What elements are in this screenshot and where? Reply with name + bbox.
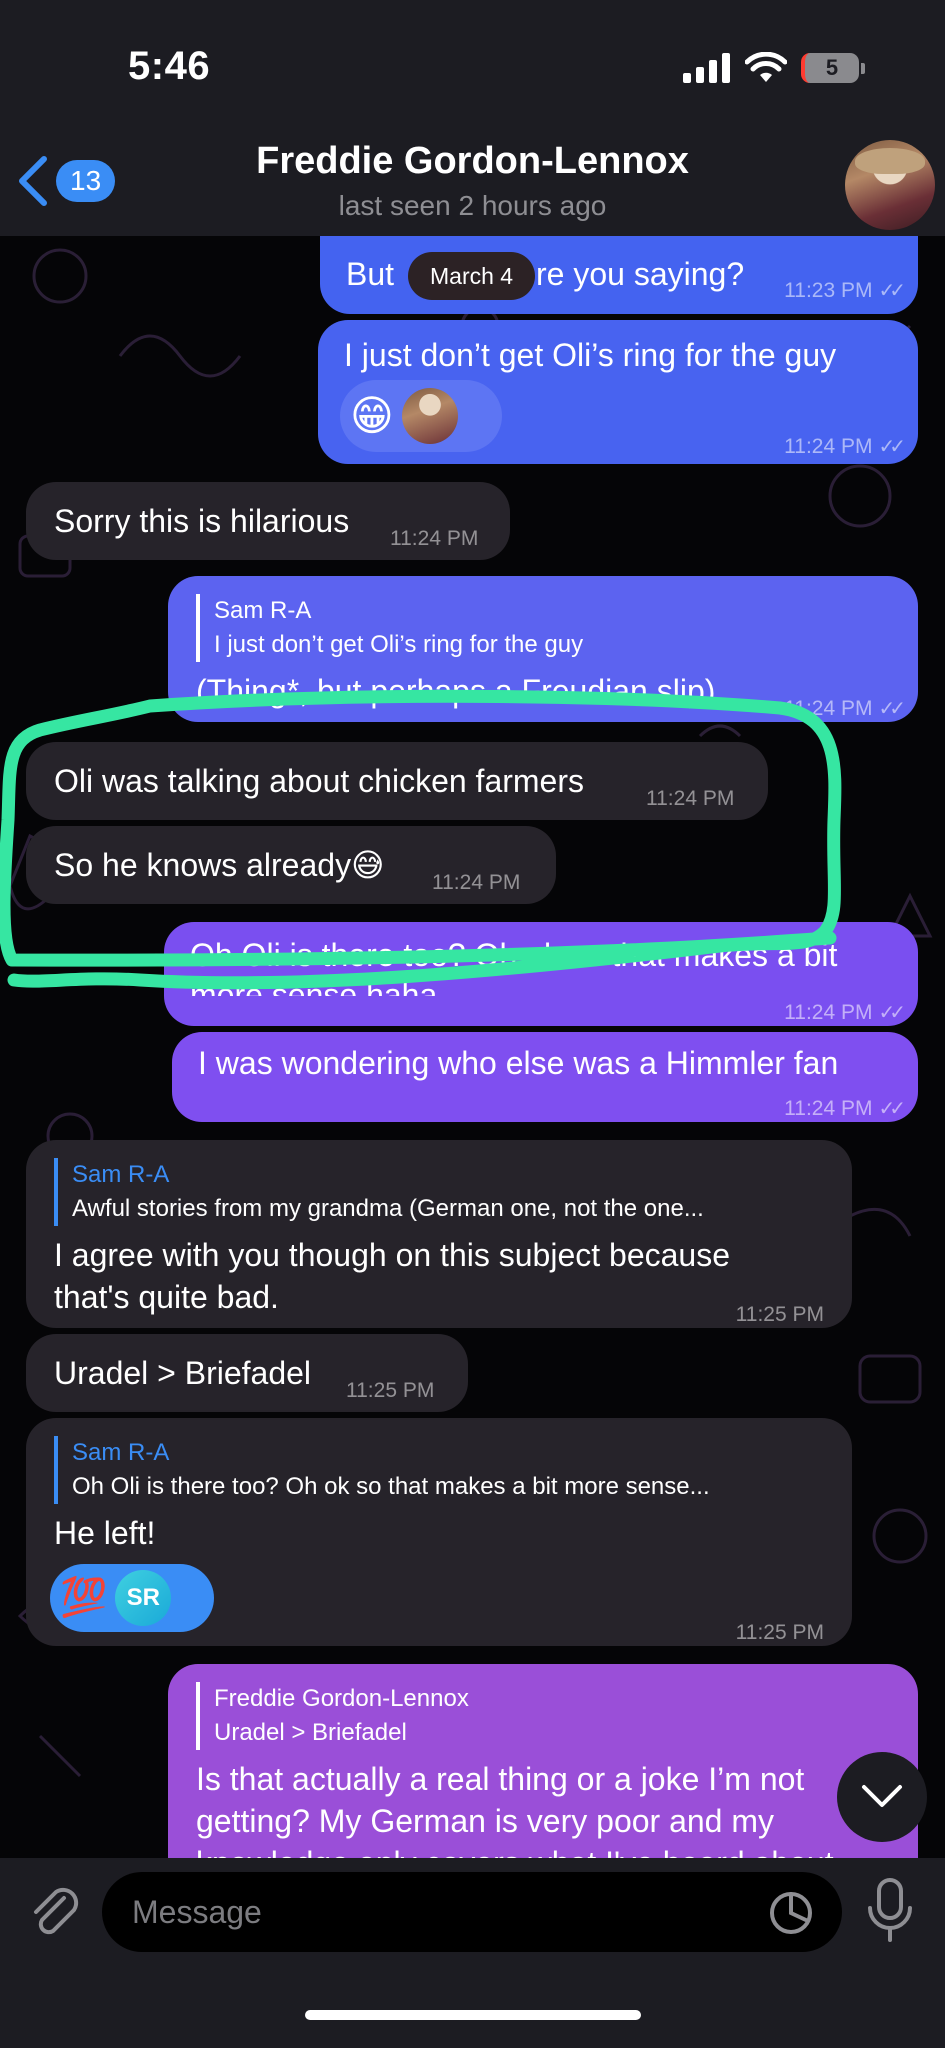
reply-author: Sam R-A [72, 1439, 170, 1466]
message-bubble-incoming[interactable]: Sam R-A Awful stories from my grandma (G… [26, 1140, 852, 1328]
message-text-cont: more sense haha [190, 977, 438, 996]
message-bubble-outgoing[interactable]: Sam R-A I just don’t get Oli’s ring for … [168, 576, 918, 722]
reply-text: Oh Oli is there too? Oh ok so that makes… [72, 1473, 710, 1500]
message-field[interactable] [102, 1872, 842, 1952]
chevron-down-icon [862, 1785, 902, 1807]
contact-status: last seen 2 hours ago [338, 190, 607, 221]
message-input[interactable] [132, 1872, 732, 1952]
message-bubble-incoming[interactable]: Oli was talking about chicken farmers 11… [26, 742, 768, 820]
reactor-avatar: SR [115, 1570, 172, 1626]
battery-icon: 5 [801, 53, 865, 83]
message-text-cont: getting? My German is very poor and my [196, 1803, 775, 1839]
battery-level: 5 [801, 53, 859, 83]
status-icons: 5 [683, 52, 865, 84]
message-time: 11:24 PM ✓✓ [784, 435, 906, 458]
reaction-emoji: 😁 [350, 392, 394, 439]
reply-text: I just don’t get Oli’s ring for the guy [214, 631, 584, 658]
reply-quote[interactable]: Sam R-A Oh Oli is there too? Oh ok so th… [54, 1436, 710, 1504]
double-check-icon: ✓✓ [878, 280, 905, 302]
reply-quote[interactable]: Freddie Gordon-Lennox Uradel > Briefadel [196, 1682, 469, 1750]
message-time: 11:23 PM ✓✓ [784, 279, 906, 302]
message-bubble-incoming[interactable]: Uradel > Briefadel 11:25 PM [26, 1334, 468, 1412]
message-text: I just don’t get Oli’s ring for the guy [344, 337, 837, 373]
message-text: I agree with you though on this subject … [54, 1237, 730, 1273]
message-bubble-incoming[interactable]: Sorry this is hilarious 11:24 PM [26, 482, 510, 560]
message-time: 11:24 PM ✓✓ [784, 1097, 906, 1120]
reaction-pill[interactable]: 😁 [340, 380, 502, 452]
message-text: He left! [54, 1515, 156, 1551]
message-text: I was wondering who else was a Himmler f… [198, 1045, 839, 1081]
message-text: Oh Oli is there too? Oh ok so that makes… [190, 937, 838, 973]
message-text-cont-2: knowledge only covers what I've heard ab… [196, 1842, 834, 1858]
double-check-icon: ✓✓ [878, 436, 905, 458]
contact-avatar[interactable] [845, 140, 935, 230]
message-text: Uradel > Briefadel [54, 1355, 312, 1391]
message-text-cont: re you saying? [536, 256, 745, 292]
message-time: 11:24 PM [432, 871, 521, 894]
message-time: 11:25 PM [735, 1303, 824, 1326]
double-check-icon: ✓✓ [878, 1098, 905, 1120]
reaction-pill[interactable]: 💯 SR [50, 1564, 214, 1632]
reply-text: Awful stories from my grandma (German on… [72, 1195, 704, 1222]
reply-author: Freddie Gordon-Lennox [214, 1685, 469, 1712]
date-pill: March 4 [408, 252, 536, 300]
message-text: So he knows already😅 [54, 847, 385, 883]
message-text: (Thing*, but perhaps a Freudian slip) [196, 673, 716, 709]
signal-icon [683, 53, 730, 83]
message-bubble-outgoing[interactable]: Oh Oli is there too? Oh ok so that makes… [164, 922, 918, 1026]
sweat-smile-emoji: 😅 [351, 847, 385, 883]
double-check-icon: ✓✓ [878, 698, 905, 720]
status-time: 5:46 [128, 44, 211, 88]
message-bubble-outgoing[interactable]: I just don’t get Oli’s ring for the guy … [318, 320, 918, 464]
message-input-bar [0, 1858, 945, 2048]
message-time: 11:25 PM [735, 1621, 824, 1644]
message-time: 11:25 PM [346, 1379, 435, 1402]
message-bubble-incoming[interactable]: So he knows already😅 11:24 PM [26, 826, 556, 904]
message-bubble-outgoing[interactable]: Freddie Gordon-Lennox Uradel > Briefadel… [168, 1664, 918, 1858]
hundred-points-emoji: 💯 [60, 1577, 108, 1619]
message-text: Is that actually a real thing or a joke … [196, 1761, 805, 1797]
scroll-to-bottom-button[interactable] [837, 1752, 927, 1842]
message-bubble-outgoing[interactable]: I was wondering who else was a Himmler f… [172, 1032, 918, 1122]
double-check-icon: ✓✓ [878, 1002, 905, 1024]
reply-quote[interactable]: Sam R-A Awful stories from my grandma (G… [54, 1158, 704, 1226]
message-time: 11:24 PM ✓✓ [784, 697, 906, 720]
message-text: Sorry this is hilarious [54, 503, 350, 539]
mic-icon[interactable] [865, 1878, 915, 1944]
wifi-icon [745, 52, 787, 82]
message-time: 11:24 PM [390, 527, 479, 550]
message-text-cont: that's quite bad. [54, 1279, 279, 1315]
chat-header: 5:46 5 13 Freddie Gordon-Lennox last see… [0, 0, 945, 236]
sticker-icon[interactable] [768, 1890, 814, 1936]
reply-author: Sam R-A [214, 597, 312, 624]
reply-text: Uradel > Briefadel [214, 1719, 407, 1746]
message-time: 11:24 PM ✓✓ [784, 1001, 906, 1024]
contact-name[interactable]: Freddie Gordon-Lennox [0, 140, 945, 183]
message-time: 11:24 PM [646, 787, 735, 810]
reactor-avatar [401, 388, 458, 444]
reply-author: Sam R-A [72, 1161, 170, 1188]
reply-quote[interactable]: Sam R-A I just don’t get Oli’s ring for … [196, 594, 583, 662]
message-bubble-incoming[interactable]: Sam R-A Oh Oli is there too? Oh ok so th… [26, 1418, 852, 1646]
attach-icon[interactable] [24, 1882, 84, 1942]
message-text: But [346, 256, 395, 292]
message-text: Oli was talking about chicken farmers [54, 763, 584, 799]
home-indicator [305, 2010, 641, 2020]
